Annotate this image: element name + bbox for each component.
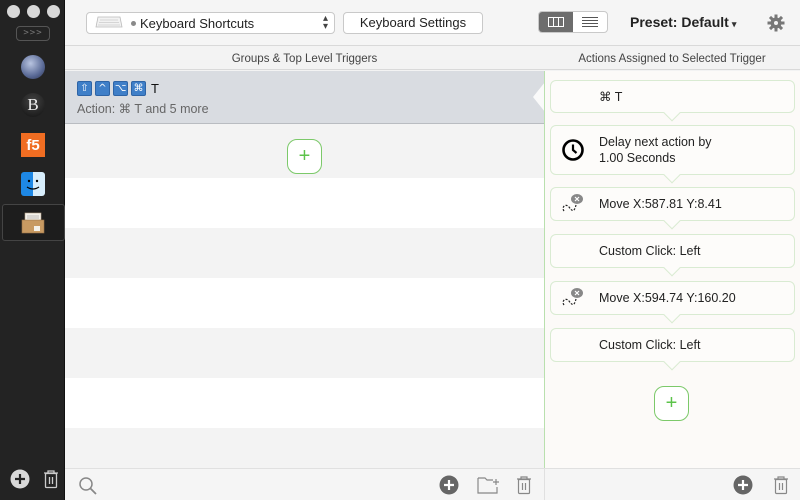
f5-app-icon[interactable]: f5 (21, 133, 45, 157)
archive-box-icon[interactable] (21, 211, 45, 235)
trigger-shortcut: ⇧ ^ ⌥ ⌘ T (77, 81, 159, 96)
add-group-folder-icon[interactable] (477, 475, 501, 498)
shift-modifier-icon: ⇧ (77, 81, 92, 96)
empty-row (65, 228, 544, 278)
list-view-button[interactable] (573, 12, 607, 32)
command-modifier-icon: ⌘ (131, 81, 146, 96)
actions-column-header: Actions Assigned to Selected Trigger (544, 48, 800, 70)
action-label: Move X:594.74 Y:160.20 (599, 291, 736, 305)
trigger-type-select[interactable]: Keyboard Shortcuts ▴ ▾ (86, 12, 335, 34)
trash-icon[interactable] (43, 469, 59, 492)
option-modifier-icon: ⌥ (113, 81, 128, 96)
gear-icon[interactable] (767, 14, 785, 35)
empty-row (65, 178, 544, 228)
select-arrows-icon: ▴ ▾ (322, 13, 328, 32)
connector-arrow (663, 104, 681, 122)
clock-icon (555, 126, 591, 174)
action-icon-placeholder (555, 235, 591, 267)
trigger-type-value: Keyboard Shortcuts (140, 15, 255, 31)
action-item[interactable]: Delay next action by 1.00 Seconds (550, 125, 795, 184)
action-label: Custom Click: Left (599, 244, 701, 258)
connector-arrow (663, 353, 681, 371)
trigger-key: T (151, 81, 159, 96)
b-app-icon[interactable]: B (21, 93, 45, 117)
globe-icon[interactable] (21, 55, 45, 79)
delay-line-2: 1.00 Seconds (599, 151, 676, 165)
action-icon-placeholder (555, 329, 591, 361)
connector-arrow (663, 166, 681, 184)
connector-arrow (663, 259, 681, 277)
actions-list: ⌘ T Delay next action by 1.00 Seconds Mo… (544, 71, 800, 468)
trash-icon[interactable] (773, 475, 789, 498)
actions-bottom-bar (544, 468, 800, 500)
trigger-action-summary: Action: ⌘ T and 5 more (77, 102, 209, 116)
list-icon (582, 15, 598, 30)
selection-pointer (533, 82, 544, 112)
action-item[interactable]: ⌘ T (550, 80, 795, 122)
app-sidebar: >>> B f5 (0, 0, 65, 500)
columns-view-button[interactable] (539, 12, 573, 32)
action-item[interactable]: Move X:594.74 Y:160.20 (550, 281, 795, 324)
keyboard-settings-button[interactable]: Keyboard Settings (343, 12, 483, 34)
action-item[interactable]: Custom Click: Left (550, 328, 795, 371)
empty-row (65, 328, 544, 378)
keyboard-icon (95, 16, 123, 31)
action-label: Move X:587.81 Y:8.41 (599, 197, 722, 211)
connector-arrow (663, 306, 681, 324)
trigger-row[interactable]: ⇧ ^ ⌥ ⌘ T Action: ⌘ T and 5 more (65, 71, 544, 124)
action-item[interactable]: Move X:587.81 Y:8.41 (550, 187, 795, 230)
finder-icon[interactable] (21, 172, 45, 196)
action-item[interactable]: Custom Click: Left (550, 234, 795, 277)
sidebar-bottom-bar (10, 469, 59, 492)
action-label: Custom Click: Left (599, 338, 701, 352)
preset-label: Preset: Default (630, 14, 729, 30)
close-window-button[interactable] (7, 5, 20, 18)
triggers-bottom-bar (65, 468, 544, 500)
status-dot (131, 20, 136, 26)
control-modifier-icon: ^ (95, 81, 110, 96)
columns-icon (548, 15, 564, 30)
preset-dropdown[interactable]: Preset: Default ▾ (630, 14, 736, 30)
delay-line-1: Delay next action by (599, 135, 712, 149)
action-label: Delay next action by 1.00 Seconds (599, 134, 712, 166)
chevron-down-icon: ▾ (731, 19, 737, 29)
add-action-circle-icon[interactable] (733, 475, 753, 498)
window-controls (7, 5, 60, 18)
mouse-move-icon (555, 282, 591, 314)
add-trigger-area: + (65, 124, 544, 178)
add-trigger-button[interactable]: + (287, 139, 322, 174)
view-mode-segmented-control (538, 11, 608, 33)
add-circle-icon[interactable] (10, 469, 30, 492)
search-icon[interactable] (78, 476, 98, 499)
triggers-column-header: Groups & Top Level Triggers (65, 48, 544, 70)
connector-arrow (663, 212, 681, 230)
minimize-window-button[interactable] (27, 5, 40, 18)
empty-row (65, 428, 544, 468)
action-label: ⌘ T (599, 89, 623, 104)
mouse-move-icon (555, 188, 591, 220)
action-icon-placeholder (555, 81, 591, 112)
toolbar: Keyboard Shortcuts ▴ ▾ Keyboard Settings … (65, 0, 800, 46)
empty-row (65, 278, 544, 328)
empty-row (65, 378, 544, 428)
expand-sidebar-button[interactable]: >>> (16, 26, 50, 41)
triggers-list: ⇧ ^ ⌥ ⌘ T Action: ⌘ T and 5 more + (65, 71, 544, 468)
trash-icon[interactable] (516, 475, 532, 498)
zoom-window-button[interactable] (47, 5, 60, 18)
add-trigger-circle-icon[interactable] (439, 475, 459, 498)
add-action-button[interactable]: + (654, 386, 689, 421)
